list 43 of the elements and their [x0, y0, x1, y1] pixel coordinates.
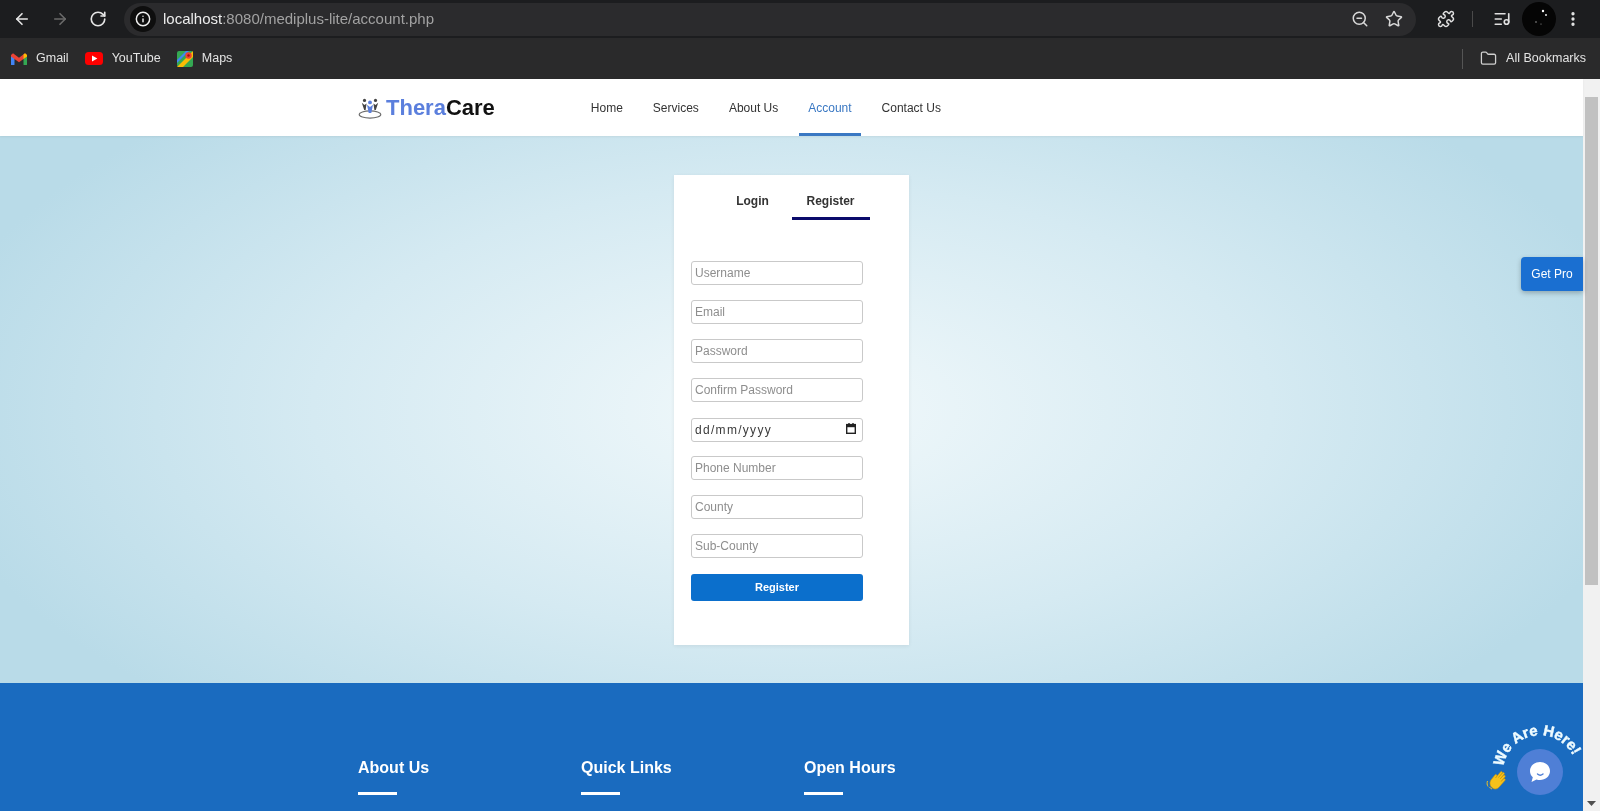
- input-field[interactable]: Password: [691, 339, 863, 363]
- register-button[interactable]: Register: [691, 574, 863, 601]
- extensions-icon[interactable]: [1437, 10, 1455, 28]
- calendar-icon[interactable]: [846, 423, 856, 434]
- footer-heading: Open Hours: [804, 758, 896, 778]
- down-arrow-icon[interactable]: [1587, 801, 1596, 806]
- scrollbar-thumb[interactable]: [1585, 97, 1598, 585]
- people-logo-icon: [358, 96, 382, 119]
- input-field[interactable]: Phone Number: [691, 456, 863, 480]
- gmail-icon: [11, 52, 27, 65]
- input-field[interactable]: Sub-County: [691, 534, 863, 558]
- nav-link[interactable]: Services: [643, 79, 708, 136]
- site-info-icon[interactable]: [130, 6, 156, 32]
- date-field[interactable]: dd/mm/yyyy: [691, 418, 863, 442]
- footer-heading: Quick Links: [581, 758, 672, 778]
- reload-icon: [89, 10, 107, 28]
- get-pro-button[interactable]: Get Pro: [1521, 257, 1583, 291]
- nav-link[interactable]: About Us: [719, 79, 788, 136]
- form-tab[interactable]: Register: [791, 187, 870, 220]
- media-controls-icon[interactable]: [1493, 10, 1511, 28]
- all-bookmarks-button[interactable]: All Bookmarks: [1472, 44, 1594, 73]
- input-field[interactable]: Email: [691, 300, 863, 324]
- youtube-icon: [84, 52, 103, 65]
- chat-bubble-icon: [1529, 761, 1551, 783]
- bookmark-link[interactable]: Maps: [168, 44, 241, 73]
- scrollbar[interactable]: [1583, 79, 1600, 811]
- input-field[interactable]: County: [691, 495, 863, 519]
- logo-text[interactable]: TheraCare: [386, 94, 495, 121]
- nav-link[interactable]: Contact Us: [872, 79, 950, 136]
- footer-heading: About Us: [358, 758, 430, 778]
- input-field[interactable]: Username: [691, 261, 863, 285]
- form-tab[interactable]: Login: [713, 187, 792, 220]
- map-pin-icon: [176, 50, 193, 67]
- input-field[interactable]: Confirm Password: [691, 378, 863, 402]
- url-text: localhost:8080/mediplus-lite/account.php: [163, 10, 434, 28]
- bookmark-star-icon[interactable]: [1385, 10, 1403, 28]
- folder-icon: [1480, 50, 1498, 67]
- forward-arrow-icon: [51, 10, 69, 28]
- bookmark-link[interactable]: Gmail: [3, 44, 77, 73]
- address-bar[interactable]: localhost:8080/mediplus-lite/account.php: [124, 2, 1416, 36]
- zoom-out-icon[interactable]: [1351, 10, 1369, 28]
- nav-link[interactable]: Home: [581, 79, 632, 136]
- bookmark-link[interactable]: YouTube: [76, 44, 169, 73]
